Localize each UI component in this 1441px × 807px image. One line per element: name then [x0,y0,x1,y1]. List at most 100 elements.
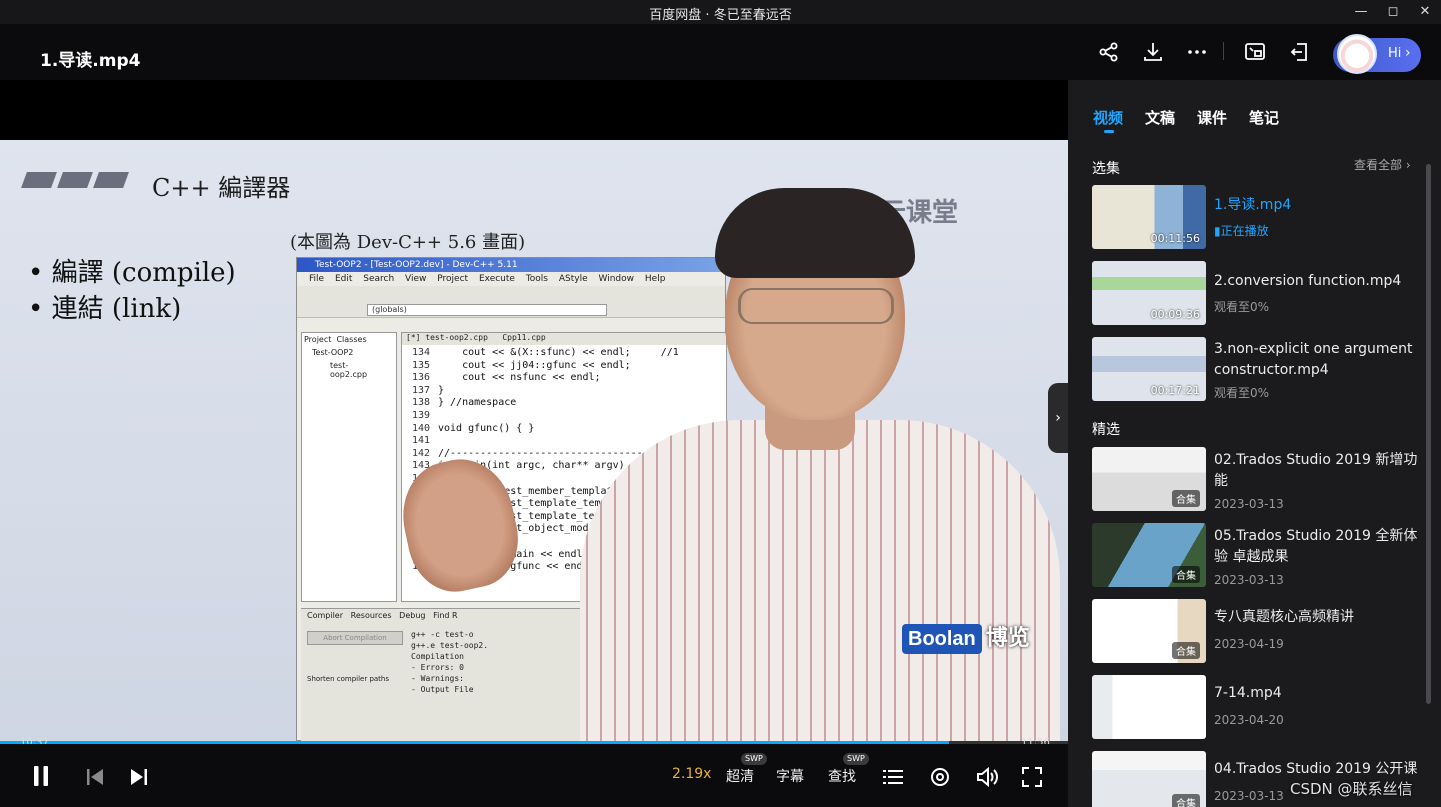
settings-icon[interactable] [927,764,953,790]
featured-date: 2023-04-20 [1214,713,1284,727]
featured-thumbnail: 合集 [1092,751,1206,807]
featured-date: 2023-03-13 [1214,497,1284,511]
episode-item[interactable]: 00:17:21 3.non-explicit one argument con… [1092,337,1422,417]
ide-menu-item: File [309,274,325,284]
line-number: 139 [411,410,430,421]
log-line: - Output File [411,685,474,694]
ide-tree-item: Test-OOP2 [312,348,354,357]
ide-menu-item: Tools [525,274,548,284]
featured-item[interactable]: 合集 05.Trados Studio 2019 全新体验 卓越成果 2023-… [1092,523,1422,589]
slide-bullet: • 連結 (link) [28,294,182,324]
volume-icon[interactable] [974,764,1000,790]
tab-slides[interactable]: 课件 [1197,107,1227,128]
sidebar-scrollbar[interactable] [1426,164,1431,704]
see-all-label: 查看全部 [1354,158,1403,172]
episode-status: 观看至0% [1214,300,1270,314]
collection-badge: 合集 [1172,794,1200,807]
sidebar: 视频 文稿 课件 笔记 选集 查看全部 › 00:11:56 1.导读.mp4 … [1068,80,1441,807]
episode-duration: 00:17:21 [1150,384,1200,397]
close-icon[interactable]: ✕ [1416,3,1434,21]
ide-bottom-tab: Compiler [307,611,344,620]
ide-menu-item: Execute [478,274,515,284]
more-icon[interactable] [1185,40,1209,64]
assistant-label: Hi [1388,46,1402,61]
speed-button[interactable]: 2.19x [672,766,711,782]
featured-item[interactable]: 合集 02.Trados Studio 2019 新增功能 2023-03-13 [1092,447,1422,513]
episode-duration: 00:11:56 [1150,232,1200,245]
line-number: 140 [411,422,430,434]
ide-log: g++ -c test-o g++.e test-oop2. Compilation… [411,629,488,695]
collection-badge: 合集 [1172,490,1200,507]
featured-heading: 精选 [1092,422,1120,438]
episode-thumbnail: 00:17:21 [1092,337,1206,401]
see-all-link[interactable]: 查看全部 › [1354,156,1411,173]
next-icon[interactable] [126,764,152,790]
code-text: } [438,384,445,396]
tab-transcript[interactable]: 文稿 [1145,107,1175,128]
assistant-button[interactable]: Hi › [1333,34,1421,74]
window-title: 百度网盘 · 冬已至春远否 [649,8,792,23]
ide-bottom-tab: Find R [433,611,458,620]
log-line: - Errors: 0 [411,663,464,672]
logo-cn: 博览 [985,626,1030,651]
chevron-right-icon: › [1405,45,1411,61]
download-icon[interactable] [1141,40,1165,64]
tab-indicator [1104,130,1114,133]
ide-abort-button: Abort Compilation [307,631,403,645]
previous-icon[interactable] [82,764,108,790]
cast-icon[interactable] [1288,40,1312,64]
line-number: 137 [411,384,430,396]
featured-item[interactable]: 合集 专八真题核心高频精讲 2023-04-19 [1092,599,1422,665]
episode-item[interactable]: 00:09:36 2.conversion function.mp4 观看至0% [1092,261,1422,327]
log-line: g++ -c test-o [411,630,474,639]
episode-thumbnail: 00:09:36 [1092,261,1206,325]
featured-title: 04.Trados Studio 2019 公开课 [1214,761,1418,777]
fullscreen-icon[interactable] [1019,764,1045,790]
featured-date: 2023-04-19 [1214,637,1284,651]
quality-badge: SWP [741,753,767,765]
share-icon[interactable] [1097,40,1121,64]
slide-decoration [21,172,132,192]
featured-thumbnail: 合集 [1092,599,1206,663]
featured-item[interactable]: 7-14.mp4 2023-04-20 [1092,675,1422,741]
featured-date: 2023-03-13 [1214,573,1284,587]
collection-badge: 合集 [1172,566,1200,583]
featured-date: 2023-03-13 [1214,789,1284,803]
slide-bullet: • 編譯 (compile) [28,258,236,288]
quality-button[interactable]: 超清 [726,766,754,786]
featured-title: 专八真题核心高频精讲 [1214,609,1354,625]
featured-title: 02.Trados Studio 2019 新增功能 [1214,452,1418,489]
minimize-icon[interactable]: — [1352,3,1370,21]
code-text: } //namespace [438,397,517,409]
tab-notes[interactable]: 笔记 [1249,107,1279,128]
line-number: 138 [411,397,430,409]
episode-thumbnail: 00:11:56 [1092,185,1206,249]
slide-subtitle: (本圖為 Dev-C++ 5.6 畫面) [290,232,526,253]
episode-duration: 00:09:36 [1150,308,1200,321]
slide-title: C++ 編譯器 [152,174,291,202]
boolan-logo: Boolan 博览 [902,624,1030,654]
lecturer [392,170,1060,741]
pause-icon[interactable] [28,763,54,789]
log-line: g++.e test-oop2. [411,641,489,650]
lecturer-glasses [738,288,894,324]
tab-video[interactable]: 视频 [1093,107,1123,128]
log-line: - Warnings: [411,674,464,683]
collapse-sidebar-button[interactable]: › [1048,383,1068,453]
maximize-icon[interactable]: ◻ [1384,3,1402,21]
episode-status-text: 正在播放 [1220,224,1269,238]
logo-brand: Boolan [902,624,982,654]
subtitle-button[interactable]: 字幕 [776,766,804,786]
ide-tab: Classes [336,335,367,344]
search-button[interactable]: 查找 [828,766,856,786]
ide-tree-item: test-oop2.cpp [330,361,368,379]
ide-menu-item: Search [363,274,395,284]
episodes-heading: 选集 [1092,161,1120,177]
picture-in-picture-icon[interactable] [1243,40,1267,64]
episode-item[interactable]: 00:11:56 1.导读.mp4 ▮正在播放 [1092,185,1422,251]
line-number: 135 [411,359,430,371]
playlist-icon[interactable] [880,764,906,790]
line-number: 136 [411,372,430,384]
lecturer-hair [715,188,915,278]
episode-title: 3.non-explicit one argument constructor.… [1214,341,1413,378]
